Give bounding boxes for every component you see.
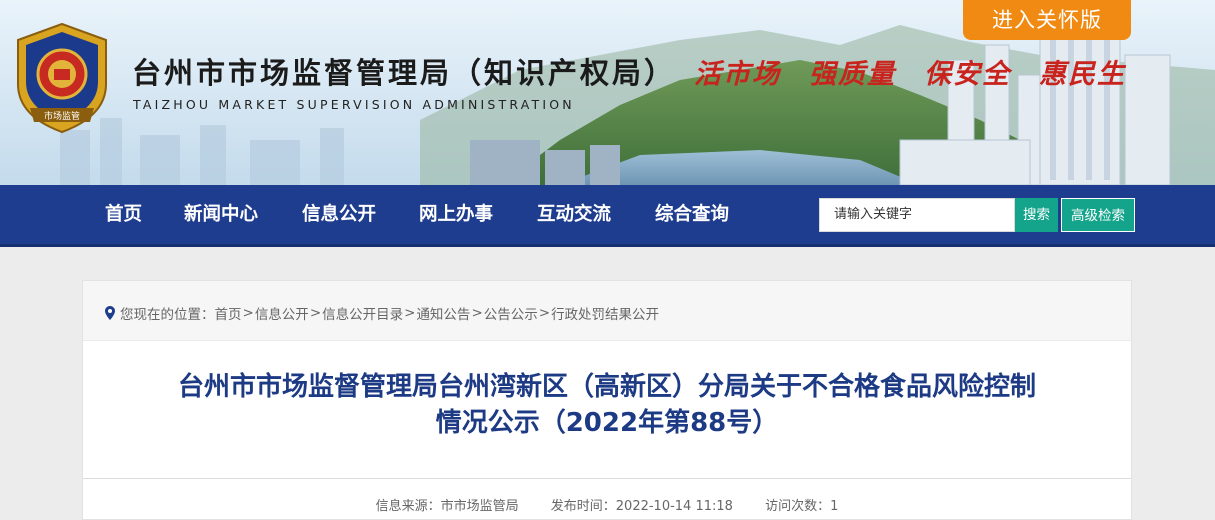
breadcrumb-bar: 您现在的位置： 首页 > 信息公开 > 信息公开目录 > 通知公告 > 公告公示 > 行政… [83, 281, 1131, 341]
nav-item-news[interactable]: 新闻中心 [184, 185, 258, 244]
advanced-search-button[interactable]: 高级检索 [1061, 198, 1135, 232]
nav-item-online-services[interactable]: 网上办事 [419, 185, 493, 244]
article-publish-time: 发布时间：2022-10-14 11:18 [550, 499, 733, 514]
header-banner: 市场监管 台州市市场监督管理局（知识产权局） TAIZHOU MARKET SU… [0, 0, 1215, 185]
slogan: 活市场 [694, 59, 781, 90]
search-input[interactable]: 请输入关键字 [819, 198, 1015, 232]
slogan: 强质量 [809, 59, 896, 90]
breadcrumb-link-info-catalog[interactable]: 信息公开目录 [322, 303, 403, 323]
slogan: 惠民生 [1039, 59, 1126, 90]
location-pin-icon [105, 306, 115, 320]
breadcrumb-link-info-disclosure[interactable]: 信息公开 [255, 303, 309, 323]
breadcrumb-link-home[interactable]: 首页 [215, 303, 242, 323]
article-meta: 信息来源：市市场监管局 发布时间：2022-10-14 11:18 访问次数：1 [83, 495, 1131, 514]
nav-item-info-disclosure[interactable]: 信息公开 [302, 185, 376, 244]
slogan-group: 活市场 强质量 保安全 惠民生 [694, 52, 1126, 91]
breadcrumb-link-notices[interactable]: 通知公告 [416, 303, 470, 323]
site-title-english: TAIZHOU MARKET SUPERVISION ADMINISTRATIO… [133, 97, 575, 112]
site-title: 台州市市场监督管理局（知识产权局） [132, 56, 677, 90]
search-button[interactable]: 搜索 [1015, 198, 1058, 232]
breadcrumb-prefix: 您现在的位置： [120, 307, 215, 323]
article-title: 台州市市场监督管理局台州湾新区（高新区）分局关于不合格食品风险控制 情况公示（2… [83, 369, 1131, 441]
article-card: 您现在的位置： 首页 > 信息公开 > 信息公开目录 > 通知公告 > 公告公示 > 行政… [82, 280, 1132, 520]
article-title-line: 情况公示（2022年第88号） [435, 408, 779, 438]
care-mode-button[interactable]: 进入关怀版 [963, 0, 1131, 40]
breadcrumb-link-announcements[interactable]: 公告公示 [484, 303, 538, 323]
article-source: 信息来源：市市场监管局 [375, 499, 519, 514]
nav-item-interaction[interactable]: 互动交流 [537, 185, 611, 244]
breadcrumb-link-penalty-results[interactable]: 行政处罚结果公开 [551, 303, 659, 323]
nav-item-query[interactable]: 综合查询 [655, 185, 729, 244]
breadcrumb: 您现在的位置： 首页 > 信息公开 > 信息公开目录 > 通知公告 > 公告公示 > 行政… [105, 303, 659, 323]
article-title-line: 台州市市场监督管理局台州湾新区（高新区）分局关于不合格食品风险控制 [177, 372, 1036, 402]
nav-item-home[interactable]: 首页 [105, 185, 142, 244]
svg-text:市场监管: 市场监管 [44, 110, 80, 122]
article-view-count: 访问次数：1 [765, 499, 839, 514]
market-supervision-emblem: 市场监管 [17, 22, 107, 134]
slogan: 保安全 [924, 59, 1011, 90]
divider [83, 478, 1131, 479]
